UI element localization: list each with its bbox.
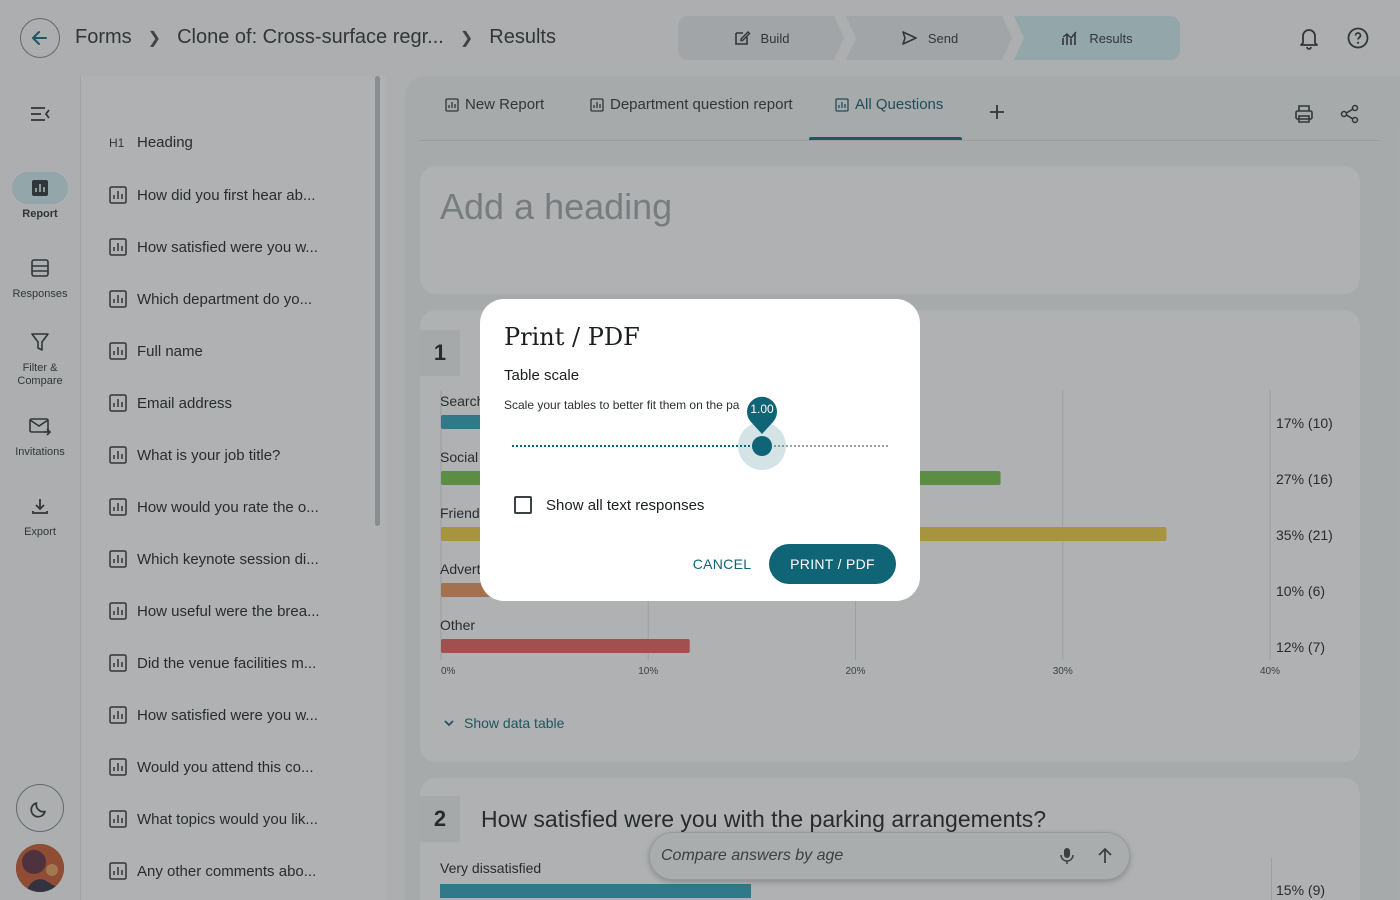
dialog-subtitle: Table scale	[504, 367, 580, 384]
slider-thumb[interactable]	[752, 436, 772, 456]
slider-value-text: 1.00	[750, 402, 774, 416]
show-text-responses-row[interactable]: Show all text responses	[514, 496, 704, 514]
print-pdf-button[interactable]: PRINT / PDF	[769, 544, 896, 584]
slider-track-active	[512, 445, 762, 447]
dialog-title: Print / PDF	[504, 323, 640, 351]
slider-value-label: 1.00	[747, 396, 777, 434]
print-pdf-dialog: Print / PDF Table scale Scale your table…	[480, 299, 920, 601]
show-text-responses-label: Show all text responses	[546, 496, 705, 514]
dialog-description: Scale your tables to better fit them on …	[504, 398, 740, 412]
show-text-responses-checkbox[interactable]	[514, 496, 532, 514]
cancel-button[interactable]: CANCEL	[684, 544, 760, 584]
table-scale-slider[interactable]: 1.00	[512, 396, 888, 470]
